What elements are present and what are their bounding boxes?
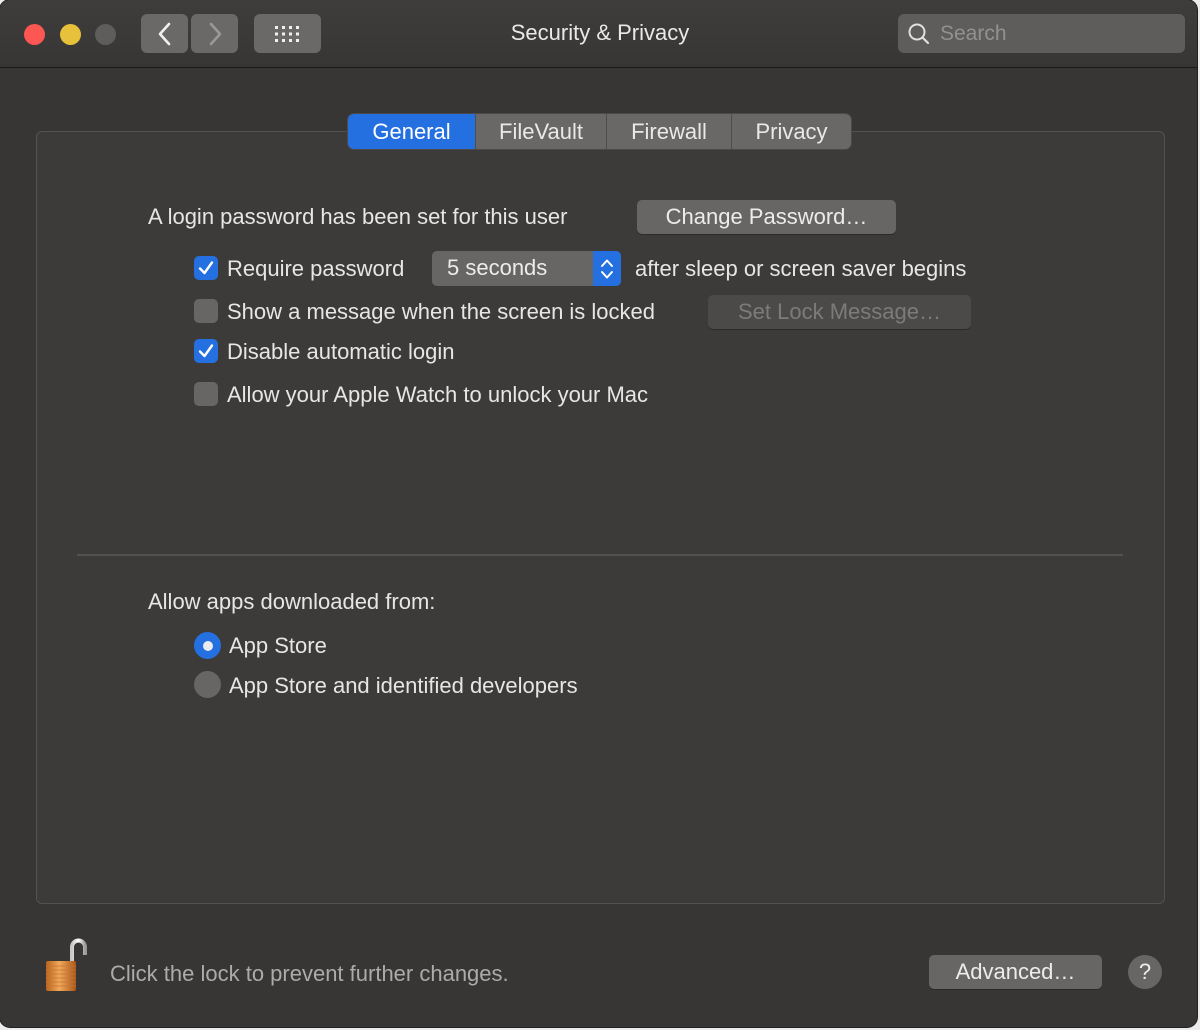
tab-content-panel (36, 131, 1165, 904)
forward-button[interactable] (191, 14, 238, 53)
checkmark-icon (198, 261, 214, 275)
require-password-delay-select[interactable]: 5 seconds (432, 251, 621, 286)
search-input[interactable] (938, 20, 1172, 47)
security-privacy-window: Security & Privacy General FileVault Fir… (0, 0, 1197, 1027)
apple-watch-unlock-label: Allow your Apple Watch to unlock your Ma… (227, 382, 649, 407)
show-all-button[interactable] (254, 14, 321, 53)
popup-arrows (593, 251, 621, 286)
window-title: Security & Privacy (510, 20, 690, 45)
radio-app-store[interactable] (194, 632, 221, 659)
checkmark-icon (198, 344, 214, 358)
radio-app-store-identified-developers-label: App Store and identified developers (229, 673, 578, 698)
close-window-button[interactable] (24, 24, 45, 45)
tab-bar: General FileVault Firewall Privacy (348, 114, 851, 149)
back-button[interactable] (141, 14, 188, 53)
title-bar: Security & Privacy (0, 0, 1197, 68)
radio-app-store-identified-developers[interactable] (194, 671, 221, 698)
lock-button[interactable] (40, 935, 94, 995)
tab-privacy[interactable]: Privacy (732, 114, 851, 149)
disable-auto-login-checkbox[interactable] (194, 339, 218, 363)
unlocked-padlock-icon (46, 938, 87, 991)
zoom-window-button[interactable] (95, 24, 116, 45)
require-password-delay-value: 5 seconds (447, 255, 548, 280)
search-icon (908, 23, 930, 44)
search-field[interactable] (898, 14, 1185, 53)
radio-selected-dot (202, 640, 213, 651)
radio-app-store-label: App Store (229, 633, 327, 658)
allow-apps-label: Allow apps downloaded from: (148, 589, 436, 614)
tab-firewall[interactable]: Firewall (607, 114, 732, 149)
tab-general[interactable]: General (348, 114, 476, 149)
show-message-label: Show a message when the screen is locked (227, 299, 656, 324)
section-divider (77, 554, 1123, 556)
apple-watch-unlock-checkbox[interactable] (194, 382, 218, 406)
disable-auto-login-label: Disable automatic login (227, 339, 455, 364)
require-password-label: Require password (227, 256, 405, 281)
lock-status-text: Click the lock to prevent further change… (110, 961, 509, 986)
grid-icon (274, 25, 299, 42)
show-message-checkbox[interactable] (194, 299, 218, 323)
login-password-text: A login password has been set for this u… (148, 204, 568, 229)
tab-filevault[interactable]: FileVault (476, 114, 607, 149)
help-button[interactable]: ? (1128, 955, 1162, 989)
set-lock-message-button[interactable]: Set Lock Message… (708, 295, 971, 329)
up-down-chevron-icon (601, 259, 613, 278)
change-password-button[interactable]: Change Password… (637, 200, 896, 234)
advanced-button[interactable]: Advanced… (929, 955, 1102, 989)
chevron-right-icon (209, 22, 221, 45)
minimize-window-button[interactable] (60, 24, 81, 45)
require-password-suffix: after sleep or screen saver begins (635, 256, 967, 281)
require-password-checkbox[interactable] (194, 256, 218, 280)
chevron-left-icon (158, 22, 170, 45)
